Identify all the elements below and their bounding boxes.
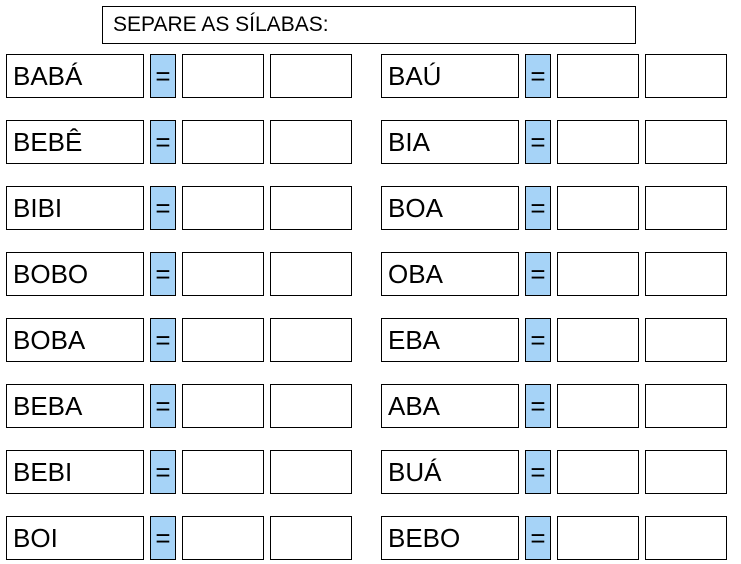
word-box: BIA <box>381 120 519 164</box>
syllable-input[interactable] <box>270 450 352 494</box>
worksheet-row: BEBA= <box>6 384 361 428</box>
syllable-input[interactable] <box>645 516 727 560</box>
word-box: BABÁ <box>6 54 144 98</box>
worksheet-row: BOA= <box>381 186 736 230</box>
equals-box: = <box>525 120 551 164</box>
syllable-input[interactable] <box>182 54 264 98</box>
equals-box: = <box>525 54 551 98</box>
syllable-input[interactable] <box>270 54 352 98</box>
equals-box: = <box>525 318 551 362</box>
equals-box: = <box>150 120 176 164</box>
right-column: BAÚ=BIA=BOA=OBA=EBA=ABA=BUÁ=BEBO= <box>381 54 736 560</box>
syllable-input[interactable] <box>557 450 639 494</box>
equals-box: = <box>150 252 176 296</box>
syllable-input[interactable] <box>270 384 352 428</box>
syllable-input[interactable] <box>645 186 727 230</box>
syllable-input[interactable] <box>270 120 352 164</box>
equals-box: = <box>525 252 551 296</box>
worksheet-columns: BABÁ=BEBÊ=BIBI=BOBO=BOBA=BEBA=BEBI=BOI= … <box>6 54 736 560</box>
word-box: BIBI <box>6 186 144 230</box>
equals-box: = <box>150 516 176 560</box>
equals-box: = <box>150 384 176 428</box>
equals-box: = <box>150 186 176 230</box>
word-box: BOI <box>6 516 144 560</box>
syllable-input[interactable] <box>182 384 264 428</box>
syllable-input[interactable] <box>645 120 727 164</box>
worksheet-row: BOBO= <box>6 252 361 296</box>
syllable-input[interactable] <box>182 120 264 164</box>
word-box: OBA <box>381 252 519 296</box>
syllable-input[interactable] <box>557 54 639 98</box>
word-box: ABA <box>381 384 519 428</box>
syllable-input[interactable] <box>557 120 639 164</box>
worksheet-row: BEBI= <box>6 450 361 494</box>
word-box: BEBI <box>6 450 144 494</box>
word-box: BOA <box>381 186 519 230</box>
worksheet-row: BOBA= <box>6 318 361 362</box>
word-box: BAÚ <box>381 54 519 98</box>
syllable-input[interactable] <box>557 318 639 362</box>
equals-box: = <box>525 516 551 560</box>
syllable-input[interactable] <box>557 252 639 296</box>
equals-box: = <box>525 384 551 428</box>
syllable-input[interactable] <box>182 516 264 560</box>
worksheet-row: BAÚ= <box>381 54 736 98</box>
syllable-input[interactable] <box>645 450 727 494</box>
word-box: BEBO <box>381 516 519 560</box>
worksheet-row: BOI= <box>6 516 361 560</box>
worksheet-row: OBA= <box>381 252 736 296</box>
worksheet-row: EBA= <box>381 318 736 362</box>
word-box: EBA <box>381 318 519 362</box>
syllable-input[interactable] <box>557 384 639 428</box>
equals-box: = <box>150 54 176 98</box>
word-box: BEBÊ <box>6 120 144 164</box>
worksheet-row: BEBO= <box>381 516 736 560</box>
worksheet-row: BEBÊ= <box>6 120 361 164</box>
syllable-input[interactable] <box>645 318 727 362</box>
syllable-input[interactable] <box>645 54 727 98</box>
syllable-input[interactable] <box>182 318 264 362</box>
syllable-input[interactable] <box>270 186 352 230</box>
word-box: BOBO <box>6 252 144 296</box>
worksheet-row: BIBI= <box>6 186 361 230</box>
syllable-input[interactable] <box>557 516 639 560</box>
worksheet-row: ABA= <box>381 384 736 428</box>
worksheet-row: BIA= <box>381 120 736 164</box>
syllable-input[interactable] <box>270 318 352 362</box>
syllable-input[interactable] <box>645 252 727 296</box>
word-box: BEBA <box>6 384 144 428</box>
word-box: BUÁ <box>381 450 519 494</box>
equals-box: = <box>525 186 551 230</box>
worksheet-title: SEPARE AS SÍLABAS: <box>102 6 636 44</box>
syllable-input[interactable] <box>182 252 264 296</box>
equals-box: = <box>150 318 176 362</box>
word-box: BOBA <box>6 318 144 362</box>
worksheet-row: BUÁ= <box>381 450 736 494</box>
equals-box: = <box>525 450 551 494</box>
equals-box: = <box>150 450 176 494</box>
syllable-input[interactable] <box>557 186 639 230</box>
worksheet-row: BABÁ= <box>6 54 361 98</box>
syllable-input[interactable] <box>270 516 352 560</box>
left-column: BABÁ=BEBÊ=BIBI=BOBO=BOBA=BEBA=BEBI=BOI= <box>6 54 361 560</box>
syllable-input[interactable] <box>645 384 727 428</box>
syllable-input[interactable] <box>182 450 264 494</box>
syllable-input[interactable] <box>270 252 352 296</box>
syllable-input[interactable] <box>182 186 264 230</box>
